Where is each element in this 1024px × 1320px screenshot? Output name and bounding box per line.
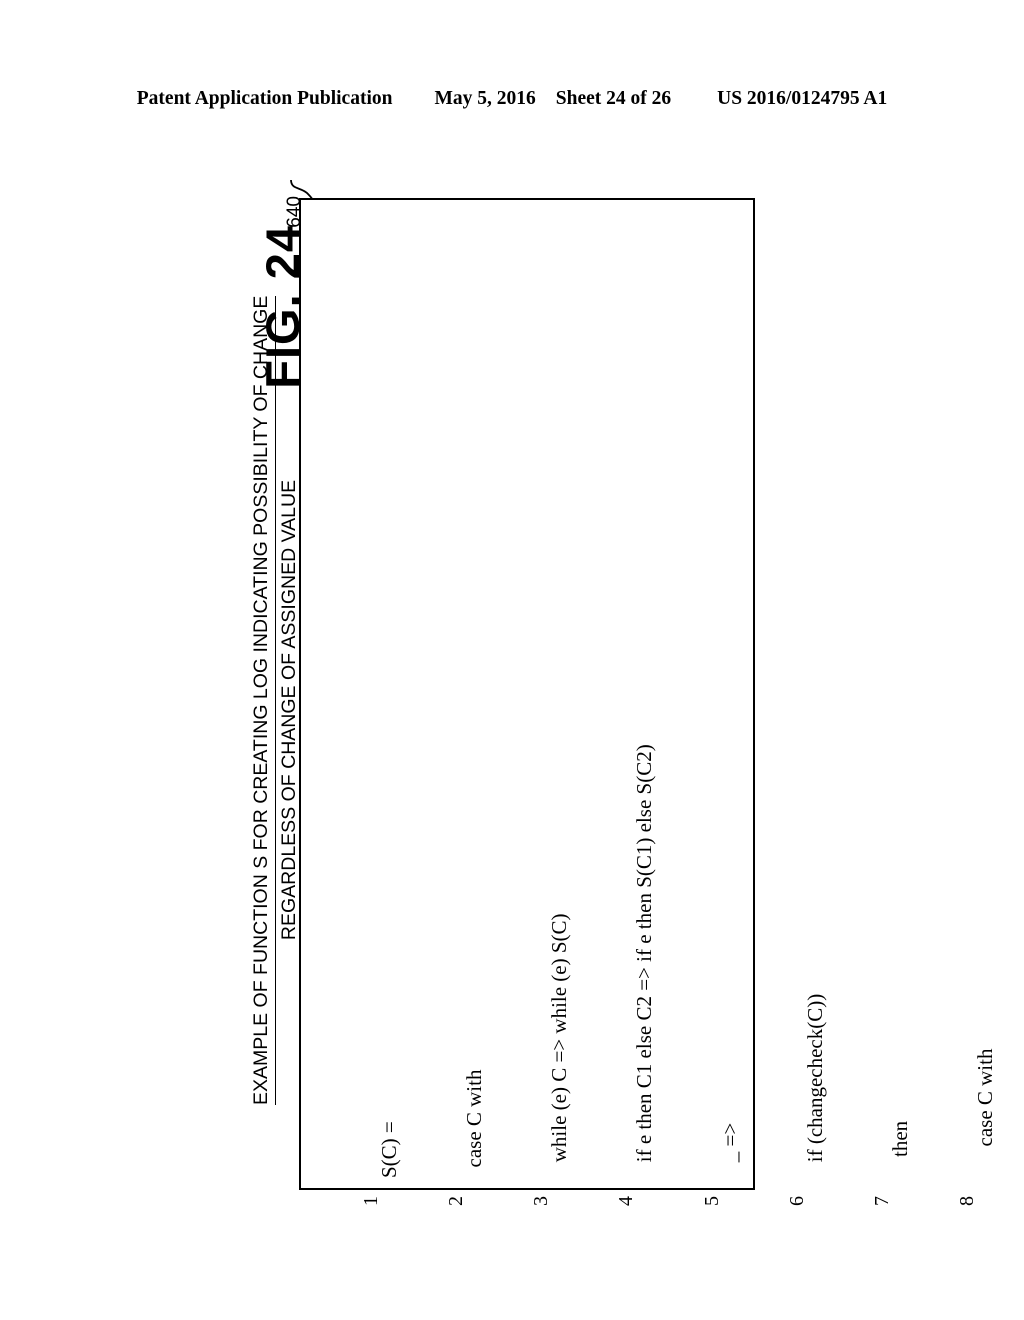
code-line: S(C) = xyxy=(376,1121,401,1178)
line-number: 3 xyxy=(530,1196,553,1206)
figure-24: FIG. 24 640 EXAMPLE OF FUNCTION S FOR CR… xyxy=(0,0,1024,1320)
line-number: 5 xyxy=(700,1196,723,1206)
code-line: _ => xyxy=(717,1122,742,1178)
line-number: 2 xyxy=(445,1196,468,1206)
line-number: 7 xyxy=(871,1196,894,1206)
line-number-gutter: 1 2 3 4 5 6 7 8 9 10 11 12 13 14 15 16 xyxy=(300,1196,1024,1222)
line-number: 6 xyxy=(785,1196,808,1206)
caption-line-1-text: EXAMPLE OF FUNCTION S FOR CREATING LOG I… xyxy=(248,295,276,1105)
figure-caption: EXAMPLE OF FUNCTION S FOR CREATING LOG I… xyxy=(248,295,304,1105)
code-line: then xyxy=(888,1120,913,1178)
code-line: case C with xyxy=(462,1069,487,1178)
line-number: 4 xyxy=(615,1196,638,1206)
code-line: case C with xyxy=(973,1048,998,1178)
line-number: 8 xyxy=(956,1196,979,1206)
caption-line-1: EXAMPLE OF FUNCTION S FOR CREATING LOG I… xyxy=(248,295,276,1105)
code-line: if e then C1 else C2 => if e then S(C1) … xyxy=(632,744,657,1178)
code-line: while (e) C => while (e) S(C) xyxy=(547,913,572,1178)
line-number: 1 xyxy=(359,1196,382,1206)
code-listing: S(C) = case C with while (e) C => while … xyxy=(318,198,1024,1178)
code-line: if (changecheck(C)) xyxy=(802,993,827,1178)
